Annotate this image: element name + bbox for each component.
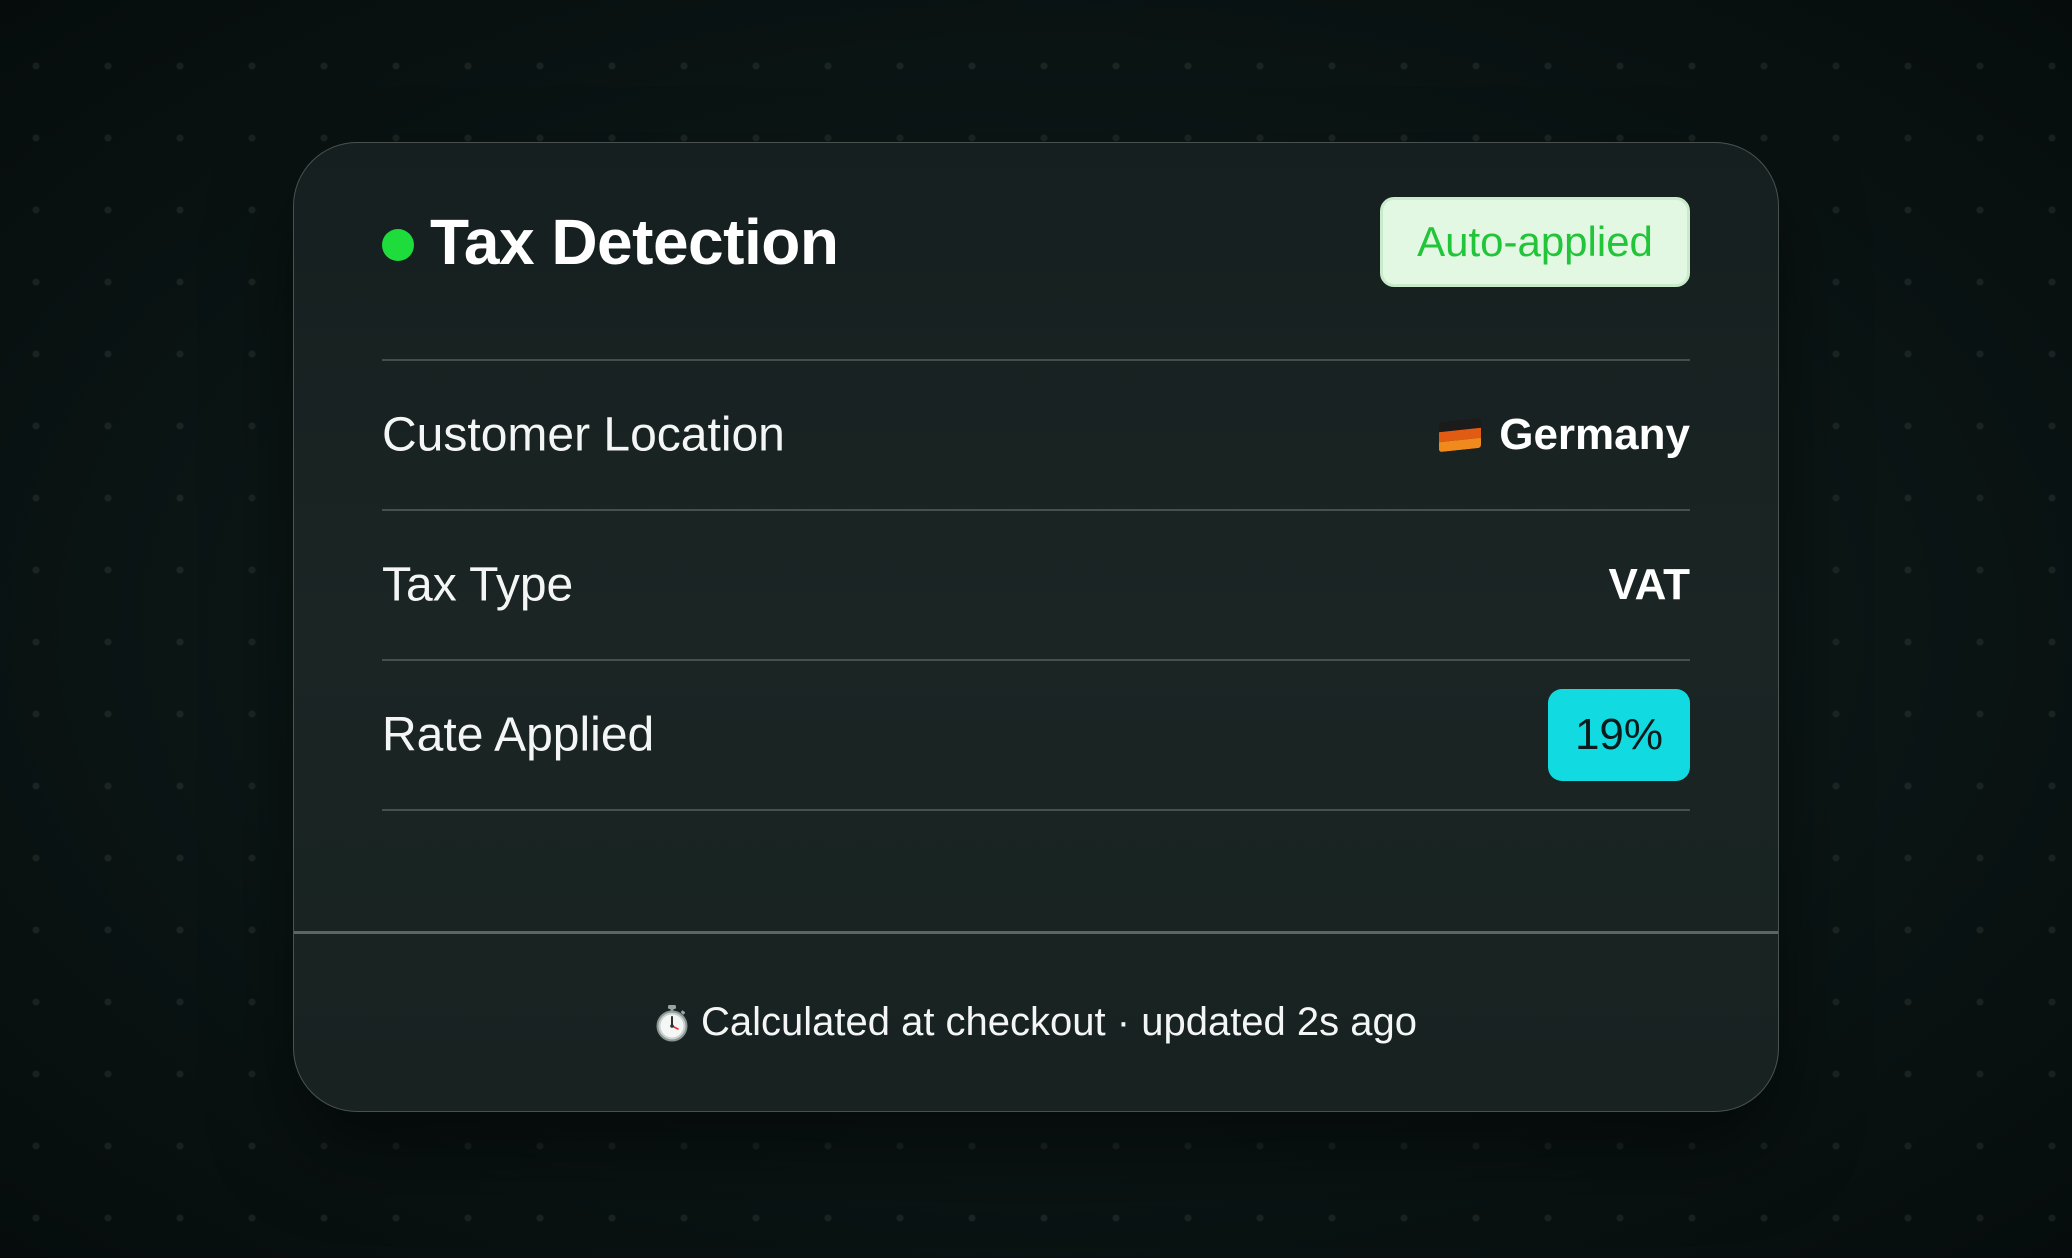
card-title: Tax Detection	[430, 206, 839, 278]
row-label: Rate Applied	[382, 708, 655, 762]
rate-badge: 19%	[1548, 689, 1690, 781]
card-header: Tax Detection Auto-applied	[382, 197, 1690, 287]
status-dot-icon	[382, 229, 414, 261]
card-footer: Calculated at checkout · updated 2s ago	[294, 934, 1778, 1111]
status-badge: Auto-applied	[1380, 197, 1690, 287]
row-rate-applied: Rate Applied 19%	[382, 661, 1690, 811]
row-label: Customer Location	[382, 408, 785, 462]
row-value: Germany	[1439, 410, 1690, 460]
stopwatch-icon	[656, 1004, 688, 1041]
germany-flag-icon	[1439, 417, 1482, 453]
footer-text: Calculated at checkout · updated 2s ago	[700, 1000, 1418, 1044]
row-label: Tax Type	[382, 558, 574, 612]
row-customer-location: Customer Location Germany	[382, 361, 1690, 511]
tax-detection-card: Tax Detection Auto-applied Customer Loca…	[293, 142, 1779, 1112]
location-value: Germany	[1499, 410, 1690, 459]
row-tax-type: Tax Type VAT	[382, 511, 1690, 661]
tax-type-value: VAT	[1608, 560, 1690, 609]
